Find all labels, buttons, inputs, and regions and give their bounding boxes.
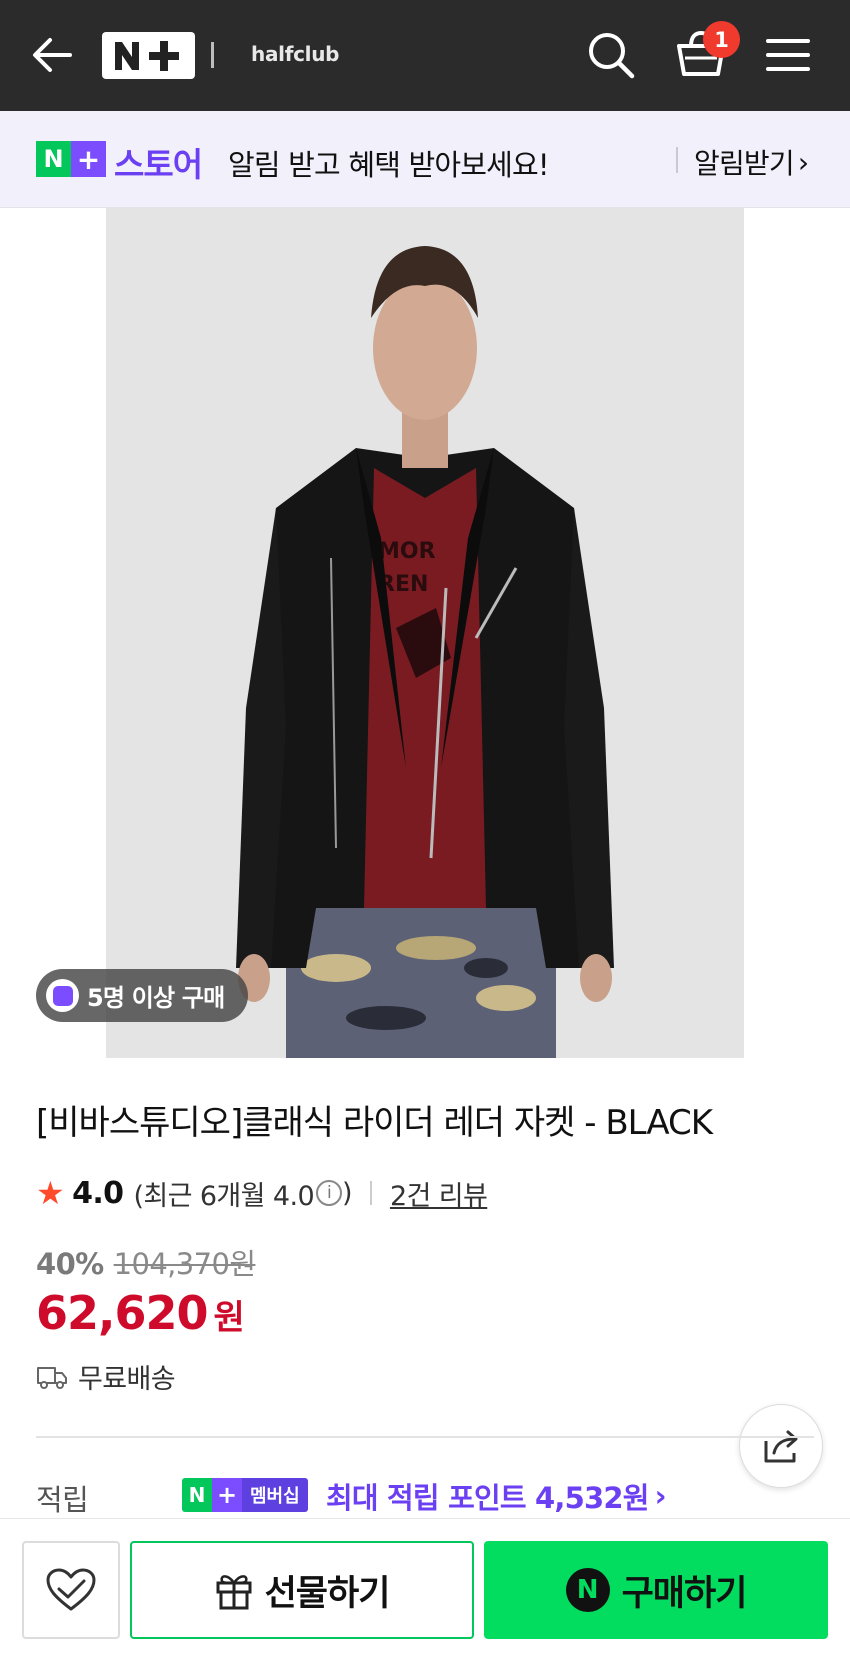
review-count-link[interactable]: 2건 리뷰 <box>390 1174 488 1213</box>
bottom-action-bar: 선물하기 N 구매하기 <box>0 1518 850 1668</box>
purchase-count-badge: 5명 이상 구매 <box>36 969 248 1022</box>
original-price: 104,370원 <box>113 1247 256 1281</box>
chevron-right-icon: › <box>654 1479 667 1513</box>
rating-separator <box>369 1181 372 1205</box>
sale-price-row: 62,620 원 <box>36 1286 245 1340</box>
cart-count-badge: 1 <box>703 21 740 58</box>
gift-label: 선물하기 <box>264 1573 391 1614</box>
discount-row: 40% 104,370원 <box>36 1241 256 1283</box>
notify-button[interactable]: 알림받기 › <box>694 142 809 182</box>
wishlist-button[interactable] <box>22 1541 120 1639</box>
menu-icon[interactable] <box>766 36 810 74</box>
buy-label: 구매하기 <box>621 1573 748 1614</box>
heart-check-icon <box>46 1568 96 1611</box>
product-image[interactable]: MOR REN <box>106 208 744 1058</box>
rating-score: 4.0 <box>72 1175 124 1211</box>
product-title: [비바스튜디오]클래식 라이더 레더 자켓 - BLACK <box>36 1103 713 1143</box>
points-row[interactable]: 적립 N + 멤버십 최대 적립 포인트 4,532원 › <box>36 1474 816 1518</box>
top-header: halfclub 1 <box>0 0 850 111</box>
naver-plus-logo[interactable] <box>102 32 195 79</box>
logo-plus: + <box>71 141 106 177</box>
discount-percent: 40% <box>36 1247 104 1281</box>
recent-rating-close: ) <box>342 1177 353 1209</box>
notification-banner: N + 스토어 알림 받고 혜택 받아보세요! 알림받기 › <box>0 111 850 208</box>
points-label: 적립 <box>36 1483 89 1517</box>
info-icon[interactable]: i <box>316 1180 343 1206</box>
recent-rating: (최근 6개월 4.0 <box>133 1180 315 1212</box>
rating-row: ★ 4.0 (최근 6개월 4.0 i ) 2건 리뷰 <box>36 1173 488 1213</box>
sale-price: 62,620 <box>36 1286 209 1340</box>
notify-label: 알림받기 <box>694 147 795 180</box>
share-icon <box>764 1430 798 1463</box>
store-label: 스토어 <box>114 145 203 184</box>
star-icon: ★ <box>36 1174 65 1212</box>
shipping-text: 무료배송 <box>78 1364 176 1395</box>
shop-name[interactable]: halfclub <box>251 42 339 66</box>
membership-badge: N + 멤버십 <box>182 1478 308 1512</box>
naver-plus-store-logo: N + <box>36 141 106 177</box>
badge-plus: + <box>212 1478 242 1512</box>
back-arrow-icon[interactable] <box>30 33 74 77</box>
max-points-text: 최대 적립 포인트 4,532원 <box>326 1481 649 1515</box>
naver-pay-icon: N <box>565 1568 610 1612</box>
truck-icon <box>37 1366 67 1389</box>
svg-text:MOR: MOR <box>378 539 436 564</box>
purchase-count-text: 5명 이상 구매 <box>87 984 225 1012</box>
logo-n: N <box>36 141 71 177</box>
banner-separator <box>676 147 678 173</box>
currency-label: 원 <box>213 1298 245 1338</box>
banner-message: 알림 받고 혜택 받아보세요! <box>228 148 550 182</box>
buy-button[interactable]: N 구매하기 <box>484 1541 828 1639</box>
section-divider <box>36 1436 814 1438</box>
max-points-link[interactable]: 최대 적립 포인트 4,532원 › <box>326 1475 667 1517</box>
badge-membership: 멤버십 <box>242 1478 308 1512</box>
shopping-bag-icon <box>46 979 79 1012</box>
badge-n: N <box>182 1478 212 1512</box>
gift-icon <box>216 1575 252 1610</box>
gift-button[interactable]: 선물하기 <box>130 1541 474 1639</box>
shipping-row: 무료배송 <box>36 1357 176 1396</box>
search-icon[interactable] <box>586 30 636 80</box>
header-divider <box>211 42 214 68</box>
chevron-right-icon: › <box>797 145 809 179</box>
